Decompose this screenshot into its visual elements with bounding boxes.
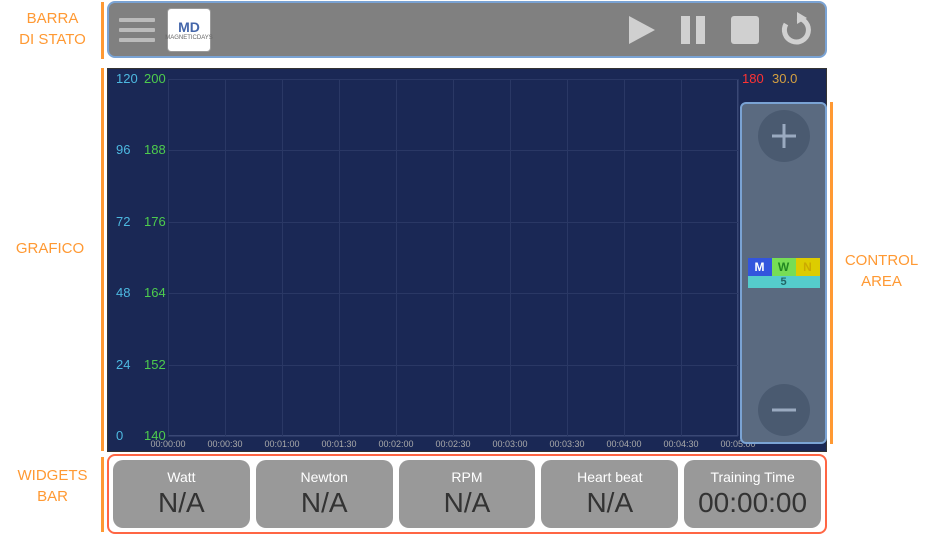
xtick: 00:02:00 <box>378 439 413 449</box>
minus-button[interactable] <box>758 384 810 436</box>
logo-text: MD <box>178 19 200 35</box>
xtick: 00:04:30 <box>663 439 698 449</box>
section-label-chart: GRAFICO <box>5 238 95 259</box>
widget-label: Heart beat <box>577 469 642 485</box>
section-divider <box>830 102 833 444</box>
xtick: 00:01:00 <box>264 439 299 449</box>
xtick: 00:00:30 <box>207 439 242 449</box>
xtick: 00:00:00 <box>150 439 185 449</box>
ytick-right1: 180 <box>742 71 764 86</box>
stop-button[interactable] <box>723 8 767 52</box>
app-logo: MD MAGNETICDAYS <box>167 8 211 52</box>
menu-button[interactable] <box>115 8 159 52</box>
widget: Watt N/A <box>113 460 250 528</box>
widget: Training Time 00:00:00 <box>684 460 821 528</box>
ytick-left2: 176 <box>144 214 166 229</box>
plus-button[interactable] <box>758 110 810 162</box>
widget: Heart beat N/A <box>541 460 678 528</box>
control-area: M W N 5 <box>740 102 827 444</box>
reload-button[interactable] <box>775 8 819 52</box>
widgets-bar: Watt N/A Newton N/A RPM N/A Heart beat N/A Train… <box>107 454 827 534</box>
ytick-left1: 24 <box>116 357 130 372</box>
chart-area: 12020018030.09618814427.07217610824.0481… <box>107 68 827 452</box>
xtick: 00:02:30 <box>435 439 470 449</box>
widget: Newton N/A <box>256 460 393 528</box>
mode-selector[interactable]: M W N 5 <box>748 258 820 288</box>
pause-button[interactable] <box>671 8 715 52</box>
play-button[interactable] <box>619 8 663 52</box>
section-divider <box>101 68 104 451</box>
mode-n[interactable]: N <box>796 258 820 276</box>
ytick-left1: 96 <box>116 142 130 157</box>
section-divider <box>101 457 104 532</box>
ytick-left1: 72 <box>116 214 130 229</box>
xtick: 00:01:30 <box>321 439 356 449</box>
logo-subtext: MAGNETICDAYS <box>165 35 213 41</box>
ytick-left2: 164 <box>144 285 166 300</box>
ytick-left1: 120 <box>116 71 138 86</box>
mode-w[interactable]: W <box>772 258 796 276</box>
status-bar: MD MAGNETICDAYS <box>107 1 827 58</box>
widget-label: Training Time <box>710 469 794 485</box>
widget-value: N/A <box>444 487 491 519</box>
section-label-control: CONTROLAREA <box>834 250 929 292</box>
mode-m[interactable]: M <box>748 258 772 276</box>
widget: RPM N/A <box>399 460 536 528</box>
section-label-widgets: WIDGETSBAR <box>5 465 100 507</box>
section-label-status-bar: BARRADI STATO <box>5 8 100 50</box>
ytick-left2: 152 <box>144 357 166 372</box>
widget-label: RPM <box>451 469 482 485</box>
chart-grid <box>168 79 738 436</box>
ytick-left2: 188 <box>144 142 166 157</box>
ytick-left1: 0 <box>116 428 123 443</box>
section-divider <box>101 2 104 59</box>
xtick: 00:03:00 <box>492 439 527 449</box>
ytick-left2: 200 <box>144 71 166 86</box>
widget-value: N/A <box>158 487 205 519</box>
widget-value: N/A <box>301 487 348 519</box>
xtick: 00:04:00 <box>606 439 641 449</box>
widget-label: Watt <box>167 469 195 485</box>
ytick-right2: 30.0 <box>772 71 797 86</box>
widget-value: N/A <box>586 487 633 519</box>
ytick-left1: 48 <box>116 285 130 300</box>
widget-value: 00:00:00 <box>698 487 807 519</box>
widget-label: Newton <box>300 469 347 485</box>
xtick: 00:03:30 <box>549 439 584 449</box>
mode-value: 5 <box>748 276 820 288</box>
